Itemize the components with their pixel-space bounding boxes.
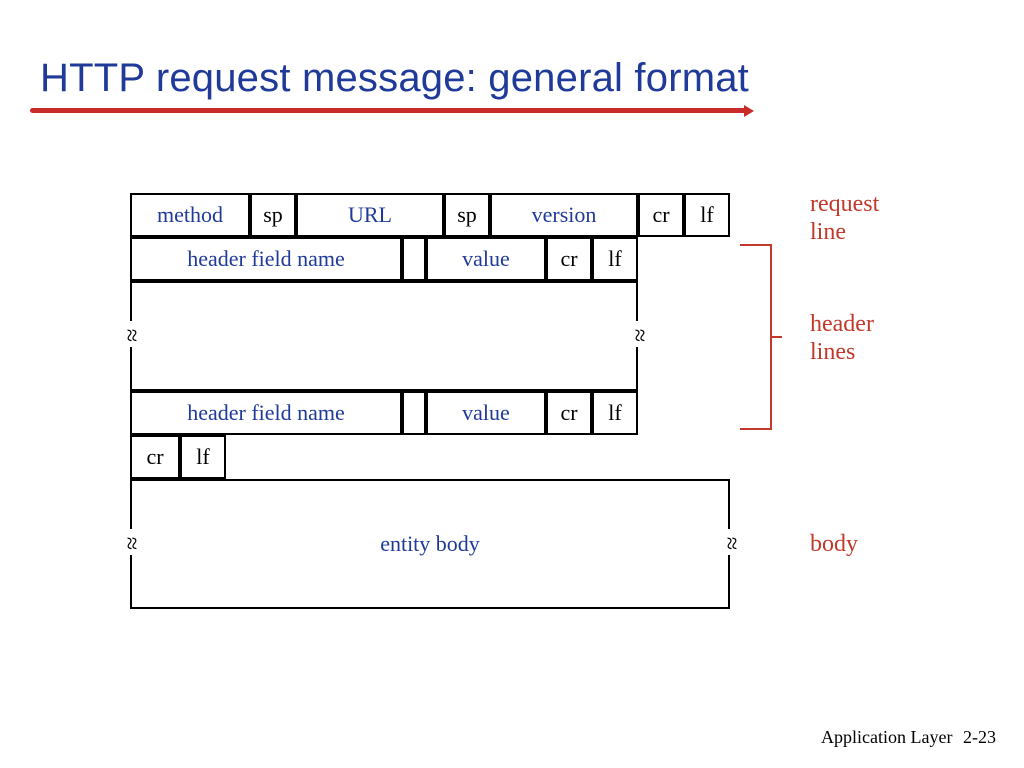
cell-blank-cr: cr (130, 435, 180, 479)
cell-colon1 (402, 237, 426, 281)
cell-header2-value: value (426, 391, 546, 435)
cell-header2-cr: cr (546, 391, 592, 435)
cell-header1-value: value (426, 237, 546, 281)
bracket-header-lines-icon (750, 244, 772, 430)
approx-body-right-icon: ≈ (727, 529, 735, 555)
ann-request-line: request line (810, 190, 879, 246)
title-underline-icon (30, 108, 750, 113)
cell-cr1: cr (638, 193, 684, 237)
approx-body-left-icon: ≈ (127, 529, 135, 555)
cell-header2-lf: lf (592, 391, 638, 435)
cell-header1-cr: cr (546, 237, 592, 281)
ann-header-lines: header lines (810, 310, 874, 366)
cell-colon2 (402, 391, 426, 435)
cell-sp2: sp (444, 193, 490, 237)
cell-sp1: sp (250, 193, 296, 237)
header-ellipsis-box (130, 281, 638, 391)
cell-lf1: lf (684, 193, 730, 237)
cell-header1-name: header field name (130, 237, 402, 281)
cell-entity-body: entity body (130, 479, 730, 609)
cell-version: version (490, 193, 638, 237)
approx-right-icon: ≈ (635, 321, 643, 347)
slide-footer: Application Layer 2-23 (821, 727, 996, 748)
cell-blank-lf: lf (180, 435, 226, 479)
cell-header1-lf: lf (592, 237, 638, 281)
cell-method: method (130, 193, 250, 237)
footer-page: 2-23 (963, 727, 996, 747)
ann-body: body (810, 530, 858, 558)
cell-url: URL (296, 193, 444, 237)
approx-left-icon: ≈ (127, 321, 135, 347)
footer-label: Application Layer (821, 727, 952, 747)
slide-title: HTTP request message: general format (40, 56, 749, 101)
cell-header2-name: header field name (130, 391, 402, 435)
